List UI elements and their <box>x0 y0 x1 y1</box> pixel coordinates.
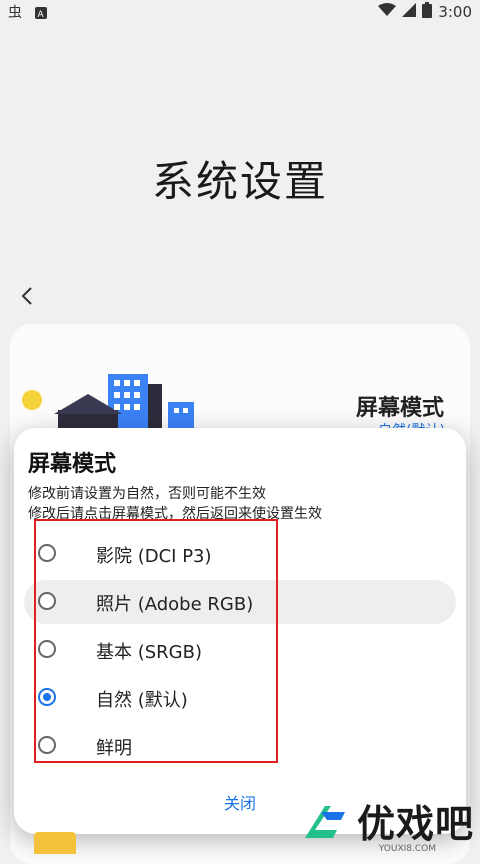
dialog-title: 屏幕模式 <box>28 452 117 477</box>
status-time: 3:00 <box>438 3 472 21</box>
svg-text:虫: 虫 <box>8 5 22 20</box>
option-vivid[interactable]: 鲜明 <box>24 724 456 768</box>
chevron-left-icon <box>21 287 32 305</box>
option-label: 基本 (SRGB) <box>96 642 202 663</box>
option-label: 自然 (默认) <box>96 690 188 711</box>
option-label: 影院 (DCI P3) <box>96 546 212 567</box>
dialog-desc-line-1: 修改前请设置为自然，否则可能不生效 <box>28 486 266 502</box>
radio-button[interactable] <box>38 736 56 754</box>
close-button[interactable]: 关闭 <box>210 790 270 814</box>
card-title: 屏幕模式 <box>356 396 445 421</box>
page-title: 系统设置 <box>151 157 328 206</box>
dialog-description: 修改前请设置为自然，否则可能不生效 修改后请点击屏幕模式，然后返回来使设置生效 <box>28 484 322 524</box>
folder-icon <box>34 832 76 854</box>
signal-icon <box>402 3 417 21</box>
watermark: 优戏吧 <box>301 793 474 848</box>
watermark-text: 优戏吧 <box>356 802 474 846</box>
option-label: 照片 (Adobe RGB) <box>96 594 254 615</box>
dialog-desc-line-2: 修改后请点击屏幕模式，然后返回来使设置生效 <box>28 506 322 522</box>
svg-text:A: A <box>38 10 45 20</box>
watermark-logo-icon <box>304 805 345 838</box>
wifi-icon <box>378 3 397 21</box>
screen-mode-dialog: 屏幕模式 修改前请设置为自然，否则可能不生效 修改后请点击屏幕模式，然后返回来使… <box>14 428 466 834</box>
option-cinema[interactable]: 影院 (DCI P3) <box>24 532 456 576</box>
radio-button-selected[interactable] <box>38 688 56 706</box>
bug-icon: 虫 <box>8 4 24 24</box>
option-natural[interactable]: 自然 (默认) <box>24 676 456 720</box>
status-bar: 虫 A 3:00 <box>0 0 480 24</box>
option-photo[interactable]: 照片 (Adobe RGB) <box>24 580 456 624</box>
radio-button[interactable] <box>38 640 56 658</box>
option-basic[interactable]: 基本 (SRGB) <box>24 628 456 672</box>
watermark-url: YOUXI8.COM <box>378 844 436 854</box>
font-a-icon: A <box>34 5 48 24</box>
radio-button[interactable] <box>38 544 56 562</box>
option-label: 鲜明 <box>96 738 132 759</box>
back-button[interactable] <box>14 282 42 310</box>
battery-icon <box>422 2 433 22</box>
radio-button[interactable] <box>38 592 56 610</box>
